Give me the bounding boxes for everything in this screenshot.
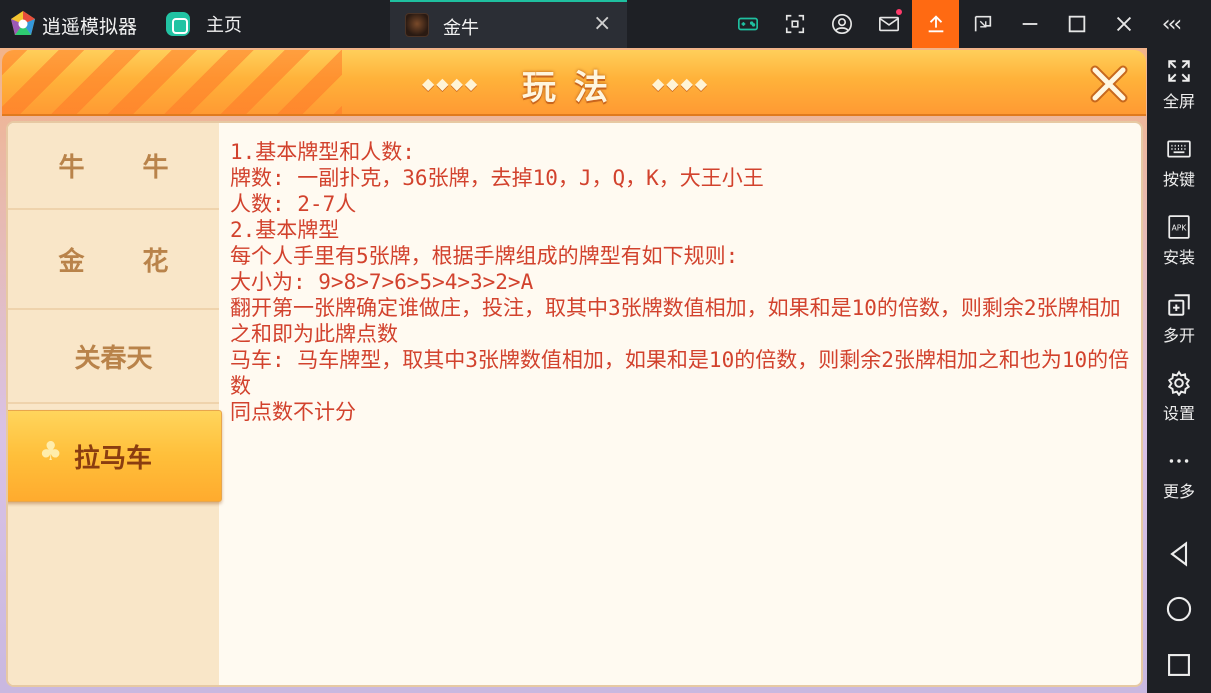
rule-line: 1.基本牌型和人数: <box>230 140 415 164</box>
recents-icon <box>1168 654 1190 676</box>
sidebar-item-label: 更多 <box>1162 482 1195 501</box>
back-icon <box>1170 541 1188 567</box>
menu-item-label: 关春天 <box>74 343 153 374</box>
nav-home-button[interactable] <box>1147 589 1211 629</box>
close-icon[interactable] <box>1100 0 1147 48</box>
game-tab[interactable]: 金牛 × <box>390 0 627 48</box>
sidebar-item-label: 多开 <box>1162 326 1195 345</box>
sidebar-item-label: 按键 <box>1162 170 1195 189</box>
mail-icon[interactable] <box>865 0 912 48</box>
menu-item-label: 牛牛 <box>58 153 227 183</box>
clover-icon: ♣ <box>39 437 63 467</box>
window-controls: ‹‹‹ <box>724 0 1194 48</box>
rules-title: 玩法 <box>522 68 626 108</box>
sidebar-item-more[interactable]: 更多 <box>1147 448 1211 502</box>
tab-close-button[interactable]: × <box>593 12 611 36</box>
collapse-sidebar-glyph: ‹‹‹ <box>1161 11 1182 37</box>
app-logo-icon <box>11 11 35 35</box>
rules-text: 1.基本牌型和人数: 牌数: 一副扑克，36张牌，去掉10，J，Q，K，大王小王… <box>230 139 1140 425</box>
banner-ornament-right: ◆◆◆◆ <box>652 74 710 93</box>
rule-line: 牌数: 一副扑克，36张牌，去掉10，J，Q，K，大王小王 <box>230 166 764 190</box>
sidebar-item-keyboard[interactable]: 按键 <box>1147 136 1211 190</box>
account-icon[interactable] <box>818 0 865 48</box>
sidebar-item-label: 安装 <box>1162 248 1195 267</box>
game-tab-label: 金牛 <box>443 18 479 39</box>
sidebar-item-label: 全屏 <box>1162 92 1195 111</box>
maximize-icon[interactable] <box>1053 0 1100 48</box>
home-tab[interactable]: 主页 <box>166 10 242 38</box>
fullscreen-icon <box>1168 60 1190 82</box>
rule-line: 人数: 2-7人 <box>230 192 357 216</box>
sidebar-item-fullscreen[interactable]: 全屏 <box>1147 58 1211 112</box>
menu-item-label: 拉马车 <box>73 443 152 474</box>
gamepad-icon[interactable] <box>724 0 771 48</box>
screenshot-icon[interactable] <box>771 0 818 48</box>
rules-panel: 牛牛 金花 关春天 ♣ 拉马车 1.基本牌型和人数: 牌数: 一副扑克，36张牌… <box>6 121 1143 687</box>
notification-dot <box>896 9 902 15</box>
svg-text:APK: APK <box>1172 223 1188 232</box>
menu-item-niuniu[interactable]: 牛牛 <box>8 123 219 210</box>
rule-line: 每个人手里有5张牌，根据手牌组成的牌型有如下规则: <box>230 244 739 268</box>
close-x-icon <box>1090 65 1128 103</box>
gear-icon <box>1167 370 1191 396</box>
rule-line: 大小为: 9>8>7>6>5>4>3>2>A <box>230 270 534 294</box>
menu-item-guanchuntian[interactable]: 关春天 <box>8 310 219 404</box>
title-bar: 逍遥模拟器 主页 金牛 × ‹‹‹ <box>0 0 1211 48</box>
right-sidebar: 全屏 按键 APK 安装 多开 设置 更多 <box>1147 48 1211 693</box>
rule-line: 同点数不计分 <box>230 400 356 424</box>
app-name: 逍遥模拟器 <box>42 16 138 38</box>
screen-mode-icon[interactable] <box>959 0 1006 48</box>
home-circle-icon <box>1166 596 1192 622</box>
menu-item-label: 金花 <box>58 246 227 277</box>
rule-line: 翻开第一张牌确定谁做庄，投注，取其中3张牌数值相加，如果和是10的倍数，则剩余2… <box>230 296 1121 346</box>
upload-icon[interactable] <box>912 0 959 48</box>
more-icon <box>1169 459 1189 463</box>
sidebar-item-multi[interactable]: 多开 <box>1147 292 1211 346</box>
rules-category-menu: 牛牛 金花 关春天 ♣ 拉马车 <box>8 123 222 685</box>
minimize-icon[interactable] <box>1006 0 1053 48</box>
game-thumbnail-icon <box>405 13 429 37</box>
sidebar-item-install[interactable]: APK 安装 <box>1147 214 1211 268</box>
sidebar-item-label: 设置 <box>1162 404 1195 423</box>
apk-icon: APK <box>1168 215 1190 239</box>
game-viewport: ◆◆◆◆ 玩法 ◆◆◆◆ 牛牛 金花 关春天 ♣ 拉马车 1.基本牌型和人数: … <box>0 48 1147 693</box>
menu-item-lamache[interactable]: ♣ 拉马车 <box>8 410 222 502</box>
rules-header-banner: ◆◆◆◆ 玩法 ◆◆◆◆ <box>2 50 1146 116</box>
rules-close-button[interactable] <box>1087 62 1131 106</box>
multi-instance-icon <box>1168 294 1190 316</box>
sidebar-item-settings[interactable]: 设置 <box>1147 370 1211 424</box>
home-tab-label: 主页 <box>206 15 242 36</box>
nav-back-button[interactable] <box>1147 534 1211 574</box>
home-icon <box>166 12 190 36</box>
menu-item-jinhua[interactable]: 金花 <box>8 210 219 310</box>
rule-line: 2.基本牌型 <box>230 218 340 242</box>
rule-line: 马车: 马车牌型，取其中3张牌数值相加，如果和是10的倍数，则剩余2张牌相加之和… <box>230 348 1130 398</box>
nav-recents-button[interactable] <box>1147 645 1211 685</box>
collapse-sidebar-icon[interactable]: ‹‹‹ <box>1147 0 1194 48</box>
keyboard-icon <box>1167 140 1191 158</box>
